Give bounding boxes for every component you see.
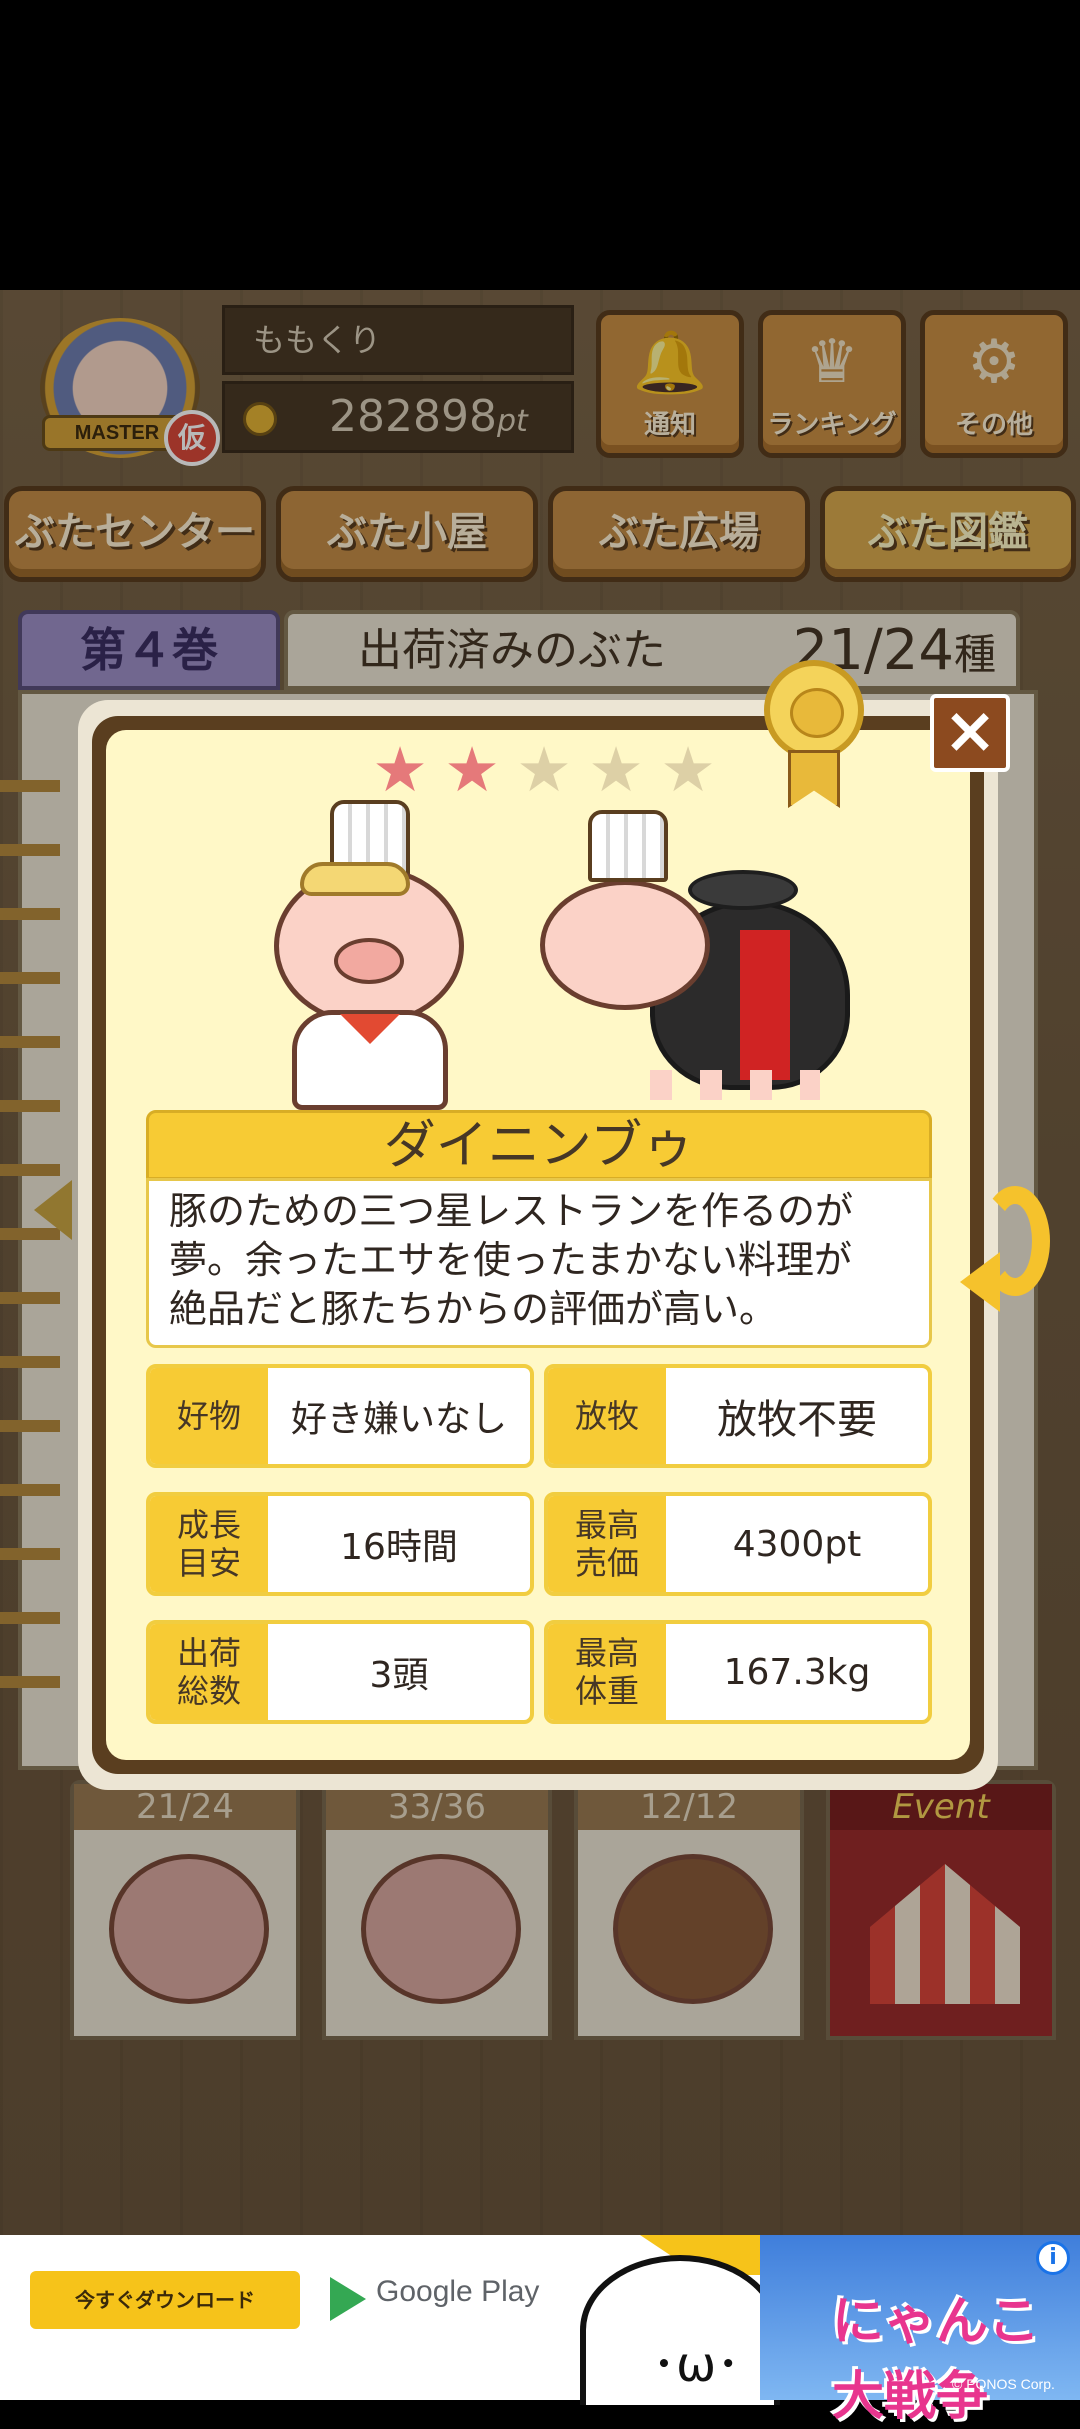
close-button[interactable]: × [930,694,1010,772]
medal-icon [764,660,864,810]
ad-copyright: © PONOS Corp. [952,2376,1055,2392]
stat-value: 放牧不要 [717,1397,877,1443]
ad-game-title: にゃんこ大戦争 [832,2292,1041,2427]
rarity-stars: ★ ★ ★ ★ ★ [368,738,728,808]
description-line: 豚のための三つ星レストランを作るのが [169,1189,854,1233]
star-empty-icon: ★ [516,733,572,806]
stat-label: 最高 体重 [548,1624,666,1720]
frying-pan-icon [688,870,798,910]
chef-hat-icon [588,810,668,882]
stat-max-weight: 最高 体重 167.3kg [544,1620,932,1724]
pig-front-illustration [270,800,470,1110]
stat-label: 放牧 [548,1368,666,1464]
stat-value: 好き嫌いなし [290,1399,507,1440]
star-filled-icon: ★ [372,733,428,806]
star-empty-icon: ★ [588,733,644,806]
stat-shipped-total: 出荷 総数 3頭 [146,1620,534,1724]
stat-label: 好物 [150,1368,268,1464]
ad-download-button[interactable]: 今すぐダウンロード [30,2271,300,2329]
description-line: 絶品だと豚たちからの評価が高い。 [169,1287,778,1331]
status-area [0,0,1080,290]
stat-value: 167.3kg [723,1651,871,1693]
ad-banner[interactable]: 今すぐダウンロード Google Play ･ω･ にゃんこ大戦争 i [0,2235,1080,2427]
stat-label: 成長 目安 [150,1496,268,1592]
pig-side-illustration [540,810,880,1110]
stat-label: 出荷 総数 [150,1624,268,1720]
google-play-label: Google Play [376,2275,540,2308]
stat-value: 3頭 [369,1655,429,1696]
pig-description: 豚のための三つ星レストランを作るのが 夢。余ったエサを使ったまかない料理が 絶品… [146,1178,932,1348]
ad-info-icon[interactable]: i [1036,2241,1070,2275]
next-page-arrow-icon[interactable] [960,1180,1050,1312]
stat-growth-time: 成長 目安 16時間 [146,1492,534,1596]
star-filled-icon: ★ [444,733,500,806]
stat-value: 16時間 [340,1527,458,1568]
description-line: 夢。余ったエサを使ったまかない料理が [169,1238,852,1282]
pig-name: ダイニンブゥ [146,1110,932,1180]
cat-mascot-icon: ･ω･ [580,2255,780,2405]
stat-grazing: 放牧 放牧不要 [544,1364,932,1468]
stat-label: 最高 売価 [548,1496,666,1592]
star-empty-icon: ★ [660,733,716,806]
google-play-icon [330,2277,366,2321]
stat-favorite-food: 好物 好き嫌いなし [146,1364,534,1468]
stat-max-price: 最高 売価 4300pt [544,1492,932,1596]
stat-value: 4300pt [732,1523,862,1565]
